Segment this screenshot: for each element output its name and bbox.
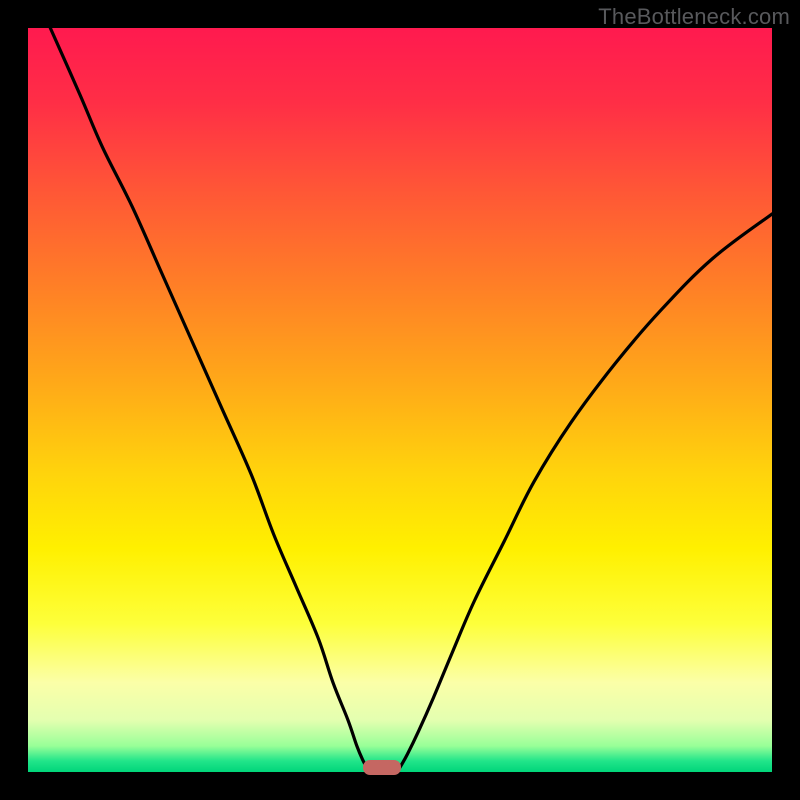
bottleneck-curve xyxy=(28,28,772,772)
optimal-marker xyxy=(363,760,402,774)
watermark-text: TheBottleneck.com xyxy=(598,4,790,30)
plot-area xyxy=(28,28,772,772)
chart-frame: TheBottleneck.com xyxy=(0,0,800,800)
